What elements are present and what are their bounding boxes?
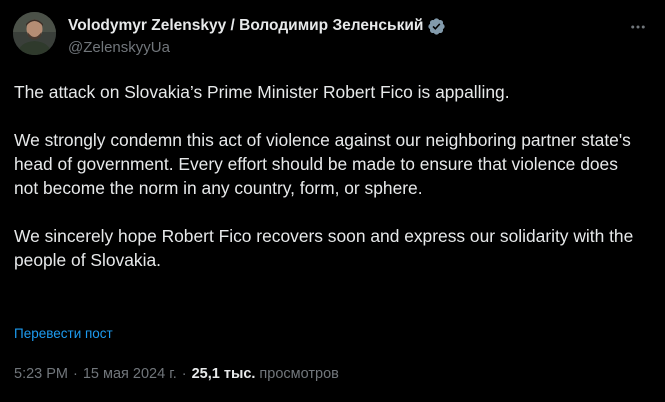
views-label: просмотров: [259, 366, 339, 382]
verified-badge-icon: [427, 17, 446, 36]
views-count[interactable]: 25,1 тыс.: [192, 366, 256, 382]
post-date[interactable]: 15 мая 2024 г.: [83, 366, 177, 382]
more-horizontal-icon: [631, 25, 645, 29]
meta-separator: ·: [181, 366, 187, 382]
tweet-paragraph: The attack on Slovakia’s Prime Minister …: [14, 82, 510, 102]
meta-separator: ·: [73, 366, 78, 382]
tweet-header: Volodymyr Zelenskyy / Володимир Зеленськ…: [68, 16, 605, 60]
author-handle[interactable]: @ZelenskyyUa: [68, 39, 605, 56]
tweet-text: The attack on Slovakia’s Prime Minister …: [14, 80, 644, 272]
more-options-button[interactable]: [627, 16, 649, 38]
tweet-paragraph: We sincerely hope Robert Fico recovers s…: [14, 226, 634, 270]
post-time[interactable]: 5:23 PM: [14, 366, 68, 382]
tweet-card: Volodymyr Zelenskyy / Володимир Зеленськ…: [0, 0, 665, 402]
translate-post-link[interactable]: Перевести пост: [14, 326, 113, 341]
author-display-name[interactable]: Volodymyr Zelenskyy / Володимир Зеленськ…: [68, 17, 423, 35]
avatar[interactable]: [13, 12, 56, 55]
tweet-paragraph: We strongly condemn this act of violence…: [14, 130, 631, 198]
name-row: Volodymyr Zelenskyy / Володимир Зеленськ…: [68, 16, 605, 36]
avatar-image: [13, 12, 56, 55]
tweet-meta: 5:23 PM · 15 мая 2024 г. · 25,1 тыс. про…: [14, 366, 339, 382]
